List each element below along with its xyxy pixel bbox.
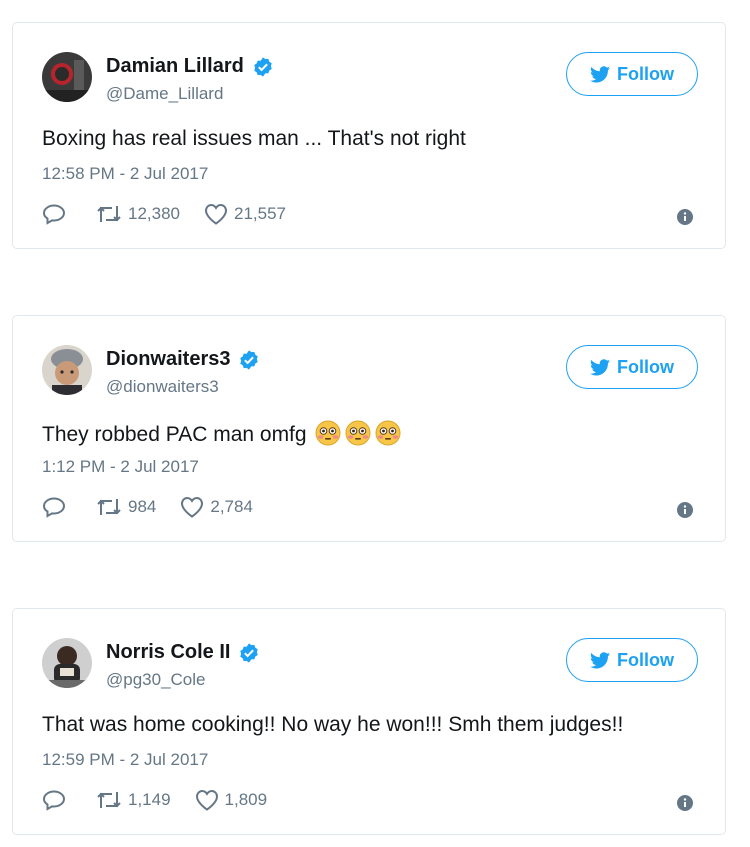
like-button[interactable]: 2,784 xyxy=(180,496,253,518)
retweet-icon xyxy=(97,499,121,515)
flushed-face-emoji xyxy=(315,420,341,446)
tweet-text-content: Boxing has real issues man ... That's no… xyxy=(42,127,466,150)
follow-button[interactable]: Follow xyxy=(566,345,698,389)
follow-button[interactable]: Follow xyxy=(566,52,698,96)
retweet-count: 984 xyxy=(128,497,157,516)
heart-icon xyxy=(181,496,204,518)
verified-badge-icon xyxy=(254,56,272,77)
reply-button[interactable] xyxy=(42,202,72,226)
tweet-actions: 12,380 21,557 xyxy=(42,202,310,226)
heart-icon xyxy=(204,203,228,225)
verified-badge-icon xyxy=(240,642,259,663)
timestamp[interactable]: 1:12 PM - 2 Jul 2017 xyxy=(42,457,199,477)
like-button[interactable]: 21,557 xyxy=(204,203,286,225)
twitter-bird-icon xyxy=(590,65,610,82)
retweet-icon xyxy=(97,792,121,808)
tweet-text-content: That was home cooking!! No way he won!!!… xyxy=(42,713,624,736)
tweet-text-content: They robbed PAC man omfg xyxy=(42,423,307,446)
twitter-bird-icon xyxy=(590,358,610,375)
avatar[interactable] xyxy=(42,345,92,395)
tweet-actions: 1,149 1,809 xyxy=(42,788,291,812)
retweet-button[interactable]: 12,380 xyxy=(96,203,180,225)
tweet-text: They robbed PAC man omfg xyxy=(42,420,401,447)
retweet-icon xyxy=(97,206,121,222)
like-button[interactable]: 1,809 xyxy=(195,789,268,811)
follow-label: Follow xyxy=(617,649,674,670)
follow-label: Follow xyxy=(617,63,674,84)
reply-button[interactable] xyxy=(42,495,72,519)
like-count: 2,784 xyxy=(210,497,253,516)
heart-icon xyxy=(195,789,218,811)
reply-icon xyxy=(42,790,66,811)
retweet-count: 12,380 xyxy=(128,204,180,223)
tweet-text: That was home cooking!! No way he won!!!… xyxy=(42,713,623,737)
tweet-actions: 984 2,784 xyxy=(42,495,277,519)
info-icon[interactable] xyxy=(677,209,693,225)
timestamp[interactable]: 12:59 PM - 2 Jul 2017 xyxy=(42,750,208,770)
verified-badge-icon xyxy=(240,349,259,370)
tweet-card[interactable]: Norris Cole II @pg30_Cole Follow That wa… xyxy=(12,608,726,835)
reply-button[interactable] xyxy=(42,788,72,812)
reply-icon xyxy=(42,497,66,518)
user-handle[interactable]: @pg30_Cole xyxy=(106,670,206,690)
flushed-face-emoji xyxy=(375,420,401,446)
display-name[interactable]: Dionwaiters3 xyxy=(106,348,230,371)
follow-label: Follow xyxy=(617,356,674,377)
display-name[interactable]: Damian Lillard xyxy=(106,55,244,78)
tweet-card[interactable]: Dionwaiters3 @dionwaiters3 Follow They r… xyxy=(12,315,726,542)
user-handle[interactable]: @Dame_Lillard xyxy=(106,84,223,104)
flushed-face-emoji xyxy=(345,420,371,446)
user-handle[interactable]: @dionwaiters3 xyxy=(106,377,219,397)
retweet-count: 1,149 xyxy=(128,790,171,809)
timestamp[interactable]: 12:58 PM - 2 Jul 2017 xyxy=(42,164,208,184)
retweet-button[interactable]: 1,149 xyxy=(96,789,171,811)
tweet-card[interactable]: Damian Lillard @Dame_Lillard Follow Boxi… xyxy=(12,22,726,249)
tweet-text: Boxing has real issues man ... That's no… xyxy=(42,127,466,151)
like-count: 1,809 xyxy=(224,790,268,809)
display-name[interactable]: Norris Cole II xyxy=(106,641,230,664)
info-icon[interactable] xyxy=(677,795,693,811)
info-icon[interactable] xyxy=(677,502,693,518)
retweet-button[interactable]: 984 xyxy=(96,496,156,518)
reply-icon xyxy=(42,204,66,225)
like-count: 21,557 xyxy=(234,204,286,223)
avatar[interactable] xyxy=(42,52,92,102)
follow-button[interactable]: Follow xyxy=(566,638,698,682)
avatar[interactable] xyxy=(42,638,92,688)
twitter-bird-icon xyxy=(590,651,610,668)
